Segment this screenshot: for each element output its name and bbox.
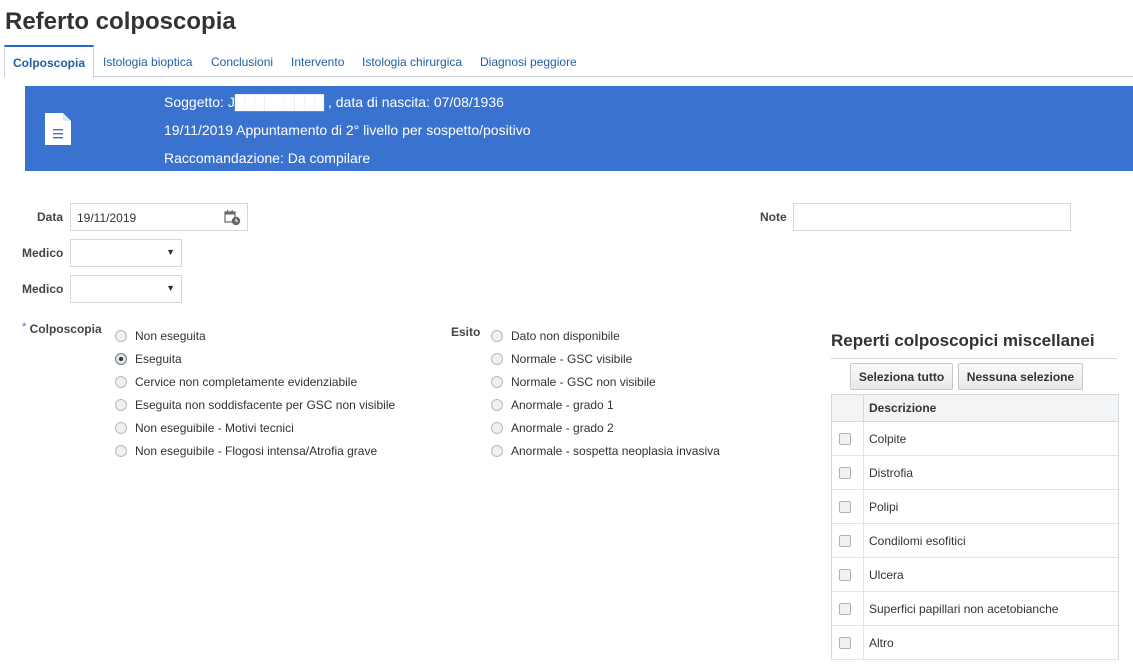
table-row: Distrofia	[832, 456, 1118, 490]
medico-label-1: Medico	[22, 246, 64, 260]
radio-label: Anormale - grado 2	[511, 421, 614, 435]
date-value: 19/11/2019	[77, 211, 137, 225]
tab-istologia-bioptica[interactable]: Istologia bioptica	[103, 45, 192, 76]
page-title: Referto colposcopia	[5, 8, 236, 35]
tab-intervento[interactable]: Intervento	[291, 45, 344, 76]
radio-label: Eseguita	[135, 352, 182, 366]
row-label: Condilomi esofitici	[869, 534, 966, 548]
tab-diagnosi-peggiore[interactable]: Diagnosi peggiore	[480, 45, 577, 76]
date-label: Data	[37, 210, 64, 224]
reperti-title: Reperti colposcopici miscellanei	[831, 331, 1095, 350]
calendar-icon[interactable]	[224, 209, 241, 226]
medico-label-2: Medico	[22, 282, 64, 296]
banner-subject: Soggetto: J█████████ , data di nascita: …	[164, 94, 504, 110]
select-all-button[interactable]: Seleziona tutto	[850, 363, 953, 390]
table-row: Altro	[832, 626, 1118, 660]
tab-istologia-chirurgica[interactable]: Istologia chirurgica	[362, 45, 462, 76]
row-label: Ulcera	[869, 568, 904, 582]
medico-select-2[interactable]: ▼	[70, 275, 182, 303]
banner-appointment: 19/11/2019 Appuntamento di 2° livello pe…	[164, 122, 531, 138]
row-checkbox[interactable]	[839, 637, 851, 649]
row-checkbox[interactable]	[839, 433, 851, 445]
tab-bar: Colposcopia Istologia bioptica Conclusio…	[4, 45, 1133, 78]
radio-label: Normale - GSC visibile	[511, 352, 633, 366]
table-row: Ulcera	[832, 558, 1118, 592]
radio-label: Normale - GSC non visibile	[511, 375, 656, 389]
radio-label: Eseguita non soddisfacente per GSC non v…	[135, 398, 396, 412]
row-checkbox[interactable]	[839, 535, 851, 547]
colposcopia-label: Colposcopia	[29, 322, 102, 336]
row-label: Colpite	[869, 432, 907, 446]
radio-label: Non eseguibile - Motivi tecnici	[135, 421, 294, 435]
note-label: Note	[760, 210, 787, 224]
tab-conclusioni[interactable]: Conclusioni	[211, 45, 273, 76]
esito-label: Esito	[451, 325, 481, 339]
banner-recommendation: Raccomandazione: Da compilare	[164, 150, 371, 166]
medico-select-1[interactable]: ▼	[70, 239, 182, 267]
tab-colposcopia[interactable]: Colposcopia	[4, 45, 95, 78]
table-row: Superfici papillari non acetobianche	[832, 592, 1118, 626]
select-none-button[interactable]: Nessuna selezione	[958, 363, 1083, 390]
header-check-cell	[832, 395, 864, 421]
row-checkbox[interactable]	[839, 467, 851, 479]
radio-label: Anormale - sospetta neoplasia invasiva	[511, 444, 720, 458]
chevron-down-icon: ▼	[166, 247, 175, 257]
row-checkbox[interactable]	[839, 501, 851, 513]
date-field[interactable]: 19/11/2019	[70, 203, 248, 231]
radio-label: Anormale - grado 1	[511, 398, 614, 412]
note-field[interactable]	[793, 203, 1071, 231]
document-icon	[45, 113, 71, 145]
row-label: Altro	[869, 636, 894, 650]
table-header: Descrizione	[832, 395, 1118, 422]
row-label: Superfici papillari non acetobianche	[869, 602, 1059, 616]
table-row: Colpite	[832, 422, 1118, 456]
row-checkbox[interactable]	[839, 569, 851, 581]
radio-label: Cervice non completamente evidenziabile	[135, 375, 358, 389]
patient-banner: Soggetto: J█████████ , data di nascita: …	[25, 86, 1133, 171]
chevron-down-icon: ▼	[166, 283, 175, 293]
radio-label: Dato non disponibile	[511, 329, 620, 343]
row-label: Distrofia	[869, 466, 914, 480]
row-checkbox[interactable]	[839, 603, 851, 615]
colposcopia-label-wrap: * Colposcopia	[22, 321, 102, 336]
table-row: Polipi	[832, 490, 1118, 524]
table-row: Condilomi esofitici	[832, 524, 1118, 558]
reperti-table: Descrizione Colpite Distrofia Polipi Con…	[831, 394, 1119, 660]
required-mark: *	[22, 321, 27, 333]
radio-label: Non eseguibile - Flogosi intensa/Atrofia…	[135, 444, 378, 458]
column-header-descrizione: Descrizione	[869, 401, 937, 415]
row-label: Polipi	[869, 500, 899, 514]
divider	[831, 358, 1117, 359]
radio-label: Non eseguita	[135, 329, 206, 343]
